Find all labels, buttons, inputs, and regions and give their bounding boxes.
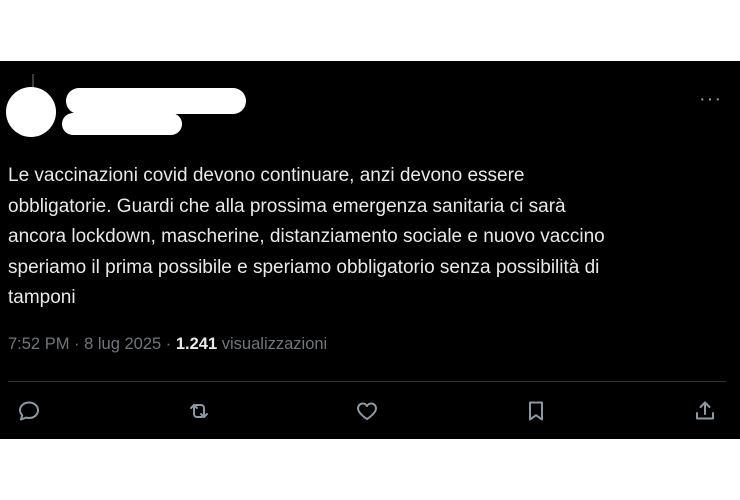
redacted-username — [66, 88, 246, 114]
repost-button[interactable] — [186, 398, 212, 424]
bookmark-button[interactable] — [523, 398, 549, 424]
meta-separator: · — [161, 335, 176, 353]
reply-icon — [19, 401, 39, 421]
tweet-card: ··· Le vaccinazioni covid devono continu… — [0, 61, 740, 439]
heart-icon — [357, 402, 377, 420]
like-button[interactable] — [354, 398, 380, 424]
bookmark-icon — [529, 401, 543, 421]
repost-icon — [190, 404, 208, 418]
share-button[interactable] — [692, 398, 718, 424]
reply-button[interactable] — [16, 398, 42, 424]
avatar[interactable] — [6, 87, 56, 137]
views-count[interactable]: 1.241 — [176, 335, 217, 353]
meta-separator: · — [69, 335, 85, 353]
divider — [8, 381, 726, 382]
more-options-button[interactable]: ··· — [699, 89, 722, 109]
tweet-meta: 7:52 PM · 8 lug 2025 · 1.241 visualizzaz… — [8, 335, 327, 354]
tweet-date[interactable]: 8 lug 2025 — [84, 335, 161, 353]
share-icon — [696, 401, 714, 420]
action-bar — [0, 398, 740, 426]
thread-line — [32, 74, 34, 88]
tweet-text: Le vaccinazioni covid devono continuare,… — [8, 165, 605, 308]
tweet-time[interactable]: 7:52 PM — [8, 335, 69, 353]
redacted-handle — [62, 113, 182, 135]
views-label: visualizzazioni — [217, 335, 328, 353]
